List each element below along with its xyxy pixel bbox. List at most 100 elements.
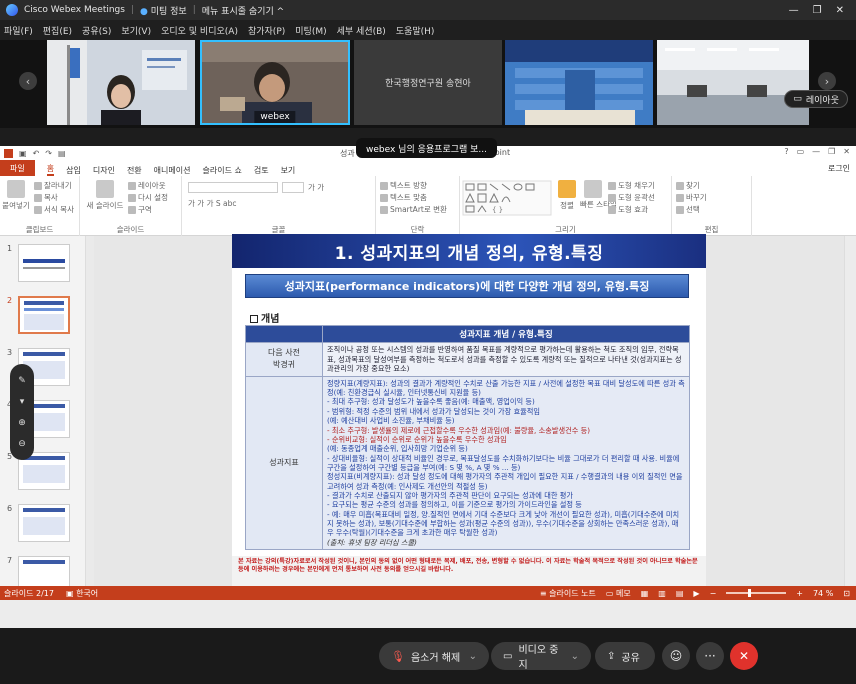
slide-counter: 슬라이드 2/17 [4,588,54,598]
sorter-view-icon[interactable]: ▥ [658,589,666,598]
paste-button[interactable]: 붙여넣기 [2,180,30,211]
more-options-button[interactable]: ··· [696,642,724,670]
shape-fill-button[interactable]: 도형 채우기 [608,180,655,191]
text-direction-button[interactable]: 텍스트 방향 [380,180,427,191]
zoom-level[interactable]: 74 % [813,589,833,598]
tab-animations[interactable]: 애니메이션 [154,165,191,176]
bold-icon[interactable]: 가 가 가 S abc [188,198,236,209]
pointer-icon[interactable]: ✎ [18,376,26,386]
video-stop-button[interactable]: ▭ 비디오 중지 ⌄ [491,642,591,671]
tab-transitions[interactable]: 전환 [127,165,142,176]
zoom-out-icon[interactable]: ⊖ [18,439,26,449]
hide-menu-button[interactable]: 메뉴 표시줄 숨기기 ^ [202,4,284,17]
zoom-slider[interactable] [726,589,787,597]
zoom-slider-knob[interactable] [748,589,752,597]
menu-participants[interactable]: 참가자(P) [248,24,285,37]
menu-meeting[interactable]: 미팅(M) [295,24,326,37]
tab-design[interactable]: 디자인 [93,165,115,176]
close-button[interactable]: ✕ [836,5,844,16]
arrange-button[interactable]: 정렬 [556,180,578,211]
next-video-arrow-icon[interactable]: › [818,72,836,90]
chevron-down-icon[interactable]: ⌄ [571,651,579,662]
slide-thumb-2[interactable] [18,296,70,334]
reading-view-icon[interactable]: ▤ [676,589,684,598]
menu-share[interactable]: 공유(S) [82,24,111,37]
redo-icon[interactable]: ↷ [45,149,52,158]
annotate-icon[interactable]: ▾ [20,397,25,407]
text-align-button[interactable]: 텍스트 맞춤 [380,192,427,203]
format-painter-button[interactable]: 서식 복사 [34,204,74,215]
tab-home[interactable]: 홈 [46,163,55,176]
tab-view[interactable]: 보기 [281,165,296,176]
copy-button[interactable]: 복사 [34,192,58,203]
zoom-in-icon[interactable]: ⊕ [18,418,26,428]
chevron-down-icon[interactable]: ⌄ [469,651,477,662]
group-label: 클립보드 [25,225,54,234]
slideshow-view-icon[interactable]: ▶ [693,589,699,598]
reset-button[interactable]: 다시 설정 [128,192,168,203]
present-icon[interactable]: ▤ [58,149,66,158]
layout-button[interactable]: ▭ 레이아웃 [784,90,848,108]
shape-outline-button[interactable]: 도형 윤곽선 [608,192,655,203]
zoom-out-button[interactable]: − [710,589,717,598]
minimize-button[interactable]: — [789,5,799,16]
video-tile-4[interactable] [505,40,653,125]
layout-dropdown[interactable]: 레이아웃 [128,180,166,191]
help-icon[interactable]: ? [784,147,788,156]
list-item: - 결과가 수치로 산출되지 않아 평가자의 주관적 판단이 요구되는 성과에 … [327,490,573,500]
slide-thumb-7[interactable] [18,556,70,586]
language-indicator[interactable]: ▣ 한국어 [66,588,98,599]
section-button[interactable]: 구역 [128,204,152,215]
notes-button[interactable]: ≡ 슬라이드 노트 [540,588,596,599]
font-size-input[interactable] [282,182,304,193]
fit-slide-icon[interactable]: ⊡ [843,589,850,598]
menu-help[interactable]: 도움말(H) [396,24,435,37]
canvas-scrollbar[interactable] [844,236,856,586]
video-tile-1[interactable] [47,40,195,125]
shapes-gallery[interactable]: { } [462,180,552,216]
normal-view-icon[interactable]: ▦ [641,589,649,598]
slide-thumb-1[interactable] [18,244,70,282]
ribbon-display-icon[interactable]: ▭ [797,147,805,156]
menu-file[interactable]: 파일(F) [4,24,33,37]
new-slide-button[interactable]: 새 슬라이드 [84,180,126,211]
shape-effects-button[interactable]: 도형 효과 [608,204,648,215]
share-button[interactable]: ⇪ 공유 [595,642,655,670]
ppt-maximize-button[interactable]: ❐ [828,147,835,156]
undo-icon[interactable]: ↶ [33,149,40,158]
video-tile-3[interactable]: 한국행정연구원 송현아 [354,40,502,125]
meeting-info-button[interactable]: ● 미팅 정보 [140,4,187,17]
slide-thumb-6[interactable] [18,504,70,542]
zoom-in-button[interactable]: + [796,589,803,598]
menu-breakout[interactable]: 세부 세션(B) [337,24,386,37]
tab-file[interactable]: 파일 [0,160,35,176]
login-link[interactable]: 로그인 [828,163,850,174]
prev-video-arrow-icon[interactable]: ‹ [19,72,37,90]
tab-review[interactable]: 검토 [254,165,269,176]
menu-audio-video[interactable]: 오디오 및 비디오(A) [161,24,238,37]
smartart-button[interactable]: SmartArt로 변환 [380,204,447,215]
unmute-button[interactable]: 🎙 음소거 해제 ⌄ [379,642,489,670]
ppt-close-button[interactable]: ✕ [843,147,850,156]
tab-slideshow[interactable]: 슬라이드 쇼 [202,165,241,176]
select-button[interactable]: 선택 [676,204,700,215]
save-icon[interactable]: ▣ [19,149,27,158]
cut-button[interactable]: 잘라내기 [34,180,72,191]
grow-font-icon[interactable]: 가 가 [308,182,324,193]
thumbnail-scrollbar[interactable] [86,236,94,586]
leave-meeting-button[interactable]: ✕ [730,642,758,670]
video-tile-2[interactable]: webex [200,40,350,125]
sharing-banner[interactable]: webex 님의 응용프로그램 보... [356,138,498,158]
replace-button[interactable]: 바꾸기 [676,192,707,203]
video-tile-5[interactable] [657,40,809,125]
menu-view[interactable]: 보기(V) [121,24,151,37]
ppt-minimize-button[interactable]: — [812,147,820,156]
font-name-input[interactable] [188,182,278,193]
reactions-button[interactable]: ☺ [662,642,690,670]
comments-button[interactable]: ▭ 메모 [606,588,631,599]
maximize-button[interactable]: ❐ [813,5,822,16]
quick-styles-button[interactable]: 빠른 스타일 [580,180,617,209]
find-button[interactable]: 찾기 [676,180,700,191]
menu-edit[interactable]: 편집(E) [43,24,72,37]
tab-insert[interactable]: 삽입 [66,165,81,176]
